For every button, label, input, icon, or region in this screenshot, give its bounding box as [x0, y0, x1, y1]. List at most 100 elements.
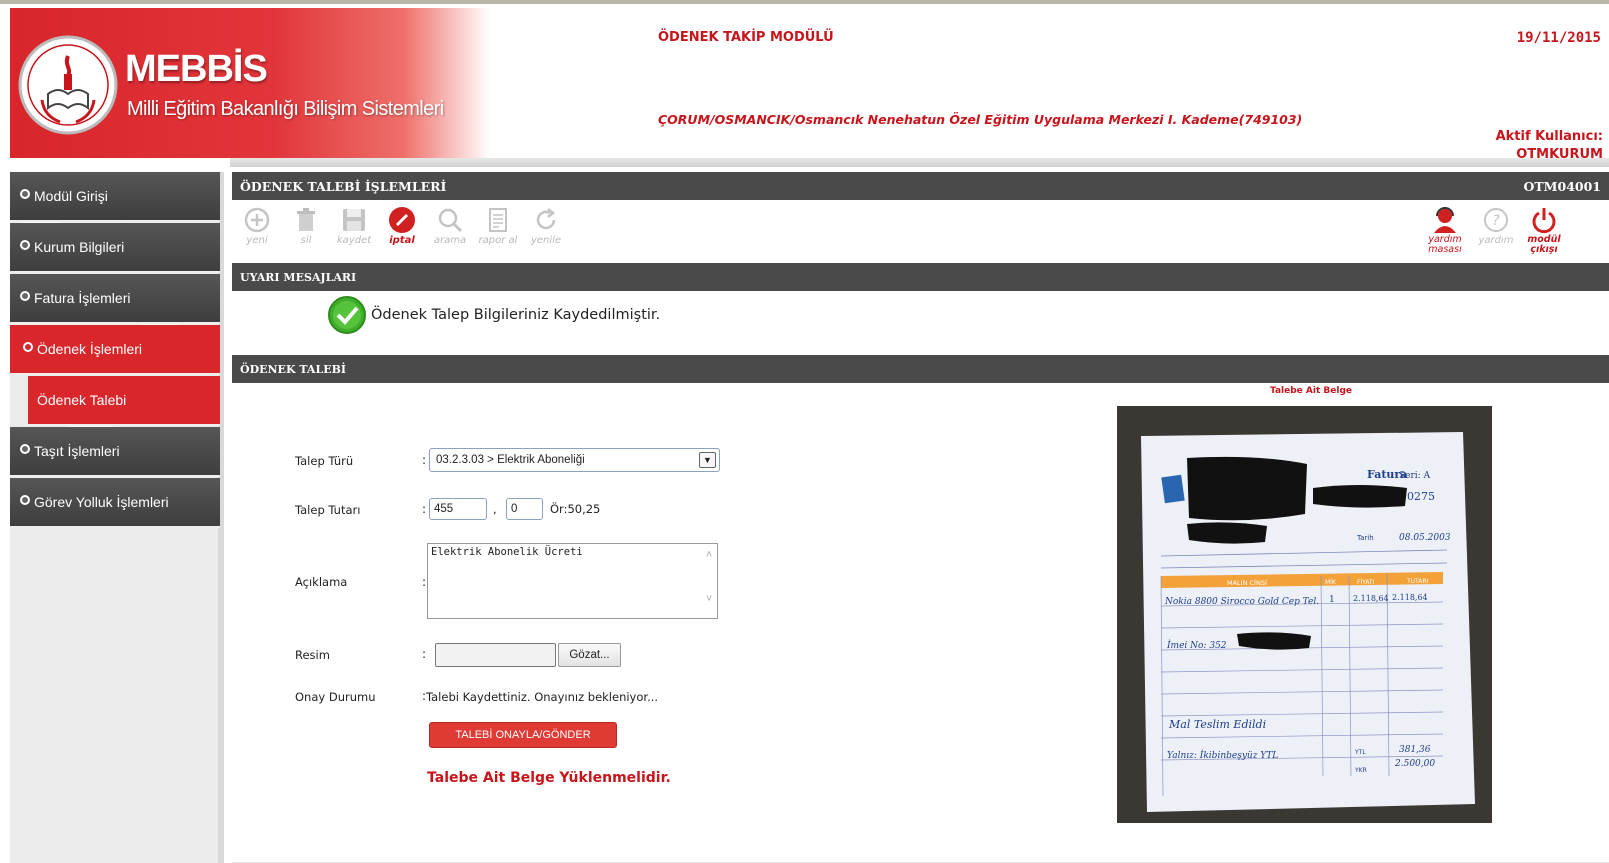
main-content: ÖDENEK TALEBİ İŞLEMLERİ OTM04001 yeni si… — [232, 172, 1609, 863]
colon: : — [422, 575, 427, 589]
sidebar-item-gorev-yolluk[interactable]: Görev Yolluk İşlemleri — [10, 478, 220, 528]
invoice-serial-label: Seri: A — [1399, 471, 1431, 481]
brand-banner: MEBBİS Milli Eğitim Bakanlığı Bilişim Si… — [10, 8, 490, 158]
power-icon — [1532, 208, 1556, 234]
chevron-down-icon[interactable]: ▼ — [699, 452, 716, 468]
help-button[interactable]: ? yardım — [1474, 206, 1518, 246]
new-button[interactable]: yeni — [235, 206, 279, 246]
talep-turu-label: Talep Türü — [295, 454, 354, 468]
invoice-serial-no: 0275 — [1407, 490, 1435, 503]
colon: : — [422, 647, 427, 661]
bullet-icon — [20, 291, 30, 301]
resim-label: Resim — [295, 648, 330, 662]
page-code: OTM04001 — [1523, 178, 1601, 194]
report-button[interactable]: rapor al — [476, 206, 520, 246]
sidebar-item-label: Ödenek Talebi — [37, 392, 127, 408]
module-exit-button[interactable]: modül çıkışı — [1522, 206, 1566, 255]
invoice-row1: Nokia 8800 Sirocco Gold Cep Tel. — [1164, 597, 1319, 607]
sidebar-item-label: Fatura İşlemleri — [34, 290, 131, 306]
invoice-kdv: 381,36 — [1399, 745, 1431, 755]
colon: : — [422, 502, 427, 516]
search-button[interactable]: arama — [428, 206, 472, 246]
refresh-button[interactable]: yenile — [524, 206, 568, 246]
browser-page: MEBBİS Milli Eğitim Bakanlığı Bilişim Si… — [0, 0, 1609, 863]
cancel-button[interactable]: iptal — [380, 206, 424, 246]
attachment-caption: Talebe Ait Belge — [1270, 386, 1353, 396]
save-button[interactable]: kaydet — [332, 206, 376, 246]
sidebar-item-modul-girisi[interactable]: Modül Girişi — [10, 172, 220, 222]
invoice-total-words: Yalnız: İkibinbeşyüz YTL — [1167, 749, 1278, 761]
sidebar-item-label: Modül Girişi — [34, 188, 108, 204]
help-icon: ? — [1484, 208, 1508, 232]
cancel-icon — [389, 207, 415, 233]
invoice-grand-total: 2.500,00 — [1394, 759, 1435, 769]
header: MEBBİS Milli Eğitim Bakanlığı Bilişim Si… — [10, 8, 1609, 162]
sidebar-item-label: Taşıt İşlemleri — [34, 443, 120, 459]
invoice-row2: İmei No: 352 — [1166, 639, 1227, 651]
invoice-col-item: MALIN CİNSİ — [1227, 578, 1267, 587]
header-divider — [230, 158, 1609, 167]
tool-label: iptal — [389, 235, 415, 246]
upload-warning: Talebe Ait Belge Yüklenmelidir. — [427, 770, 671, 786]
approve-send-button[interactable]: TALEBİ ONAYLA/GÖNDER — [429, 722, 617, 748]
invoice-ytl: YTL — [1354, 749, 1366, 756]
module-title: ÖDENEK TAKİP MODÜLÜ — [658, 30, 834, 45]
tool-label: yenile — [530, 235, 562, 246]
invoice-note: Mal Teslim Edildi — [1168, 718, 1266, 731]
talep-turu-select[interactable]: 03.2.3.03 > Elektrik Aboneliği ▼ — [429, 448, 720, 472]
warnings-title: UYARI MESAJLARI — [240, 270, 357, 284]
sidebar-item-fatura-islemleri[interactable]: Fatura İşlemleri — [10, 274, 220, 324]
sidebar: Modül Girişi Kurum Bilgileri Fatura İşle… — [10, 172, 224, 863]
talep-tutari-label: Talep Tutarı — [295, 503, 361, 517]
file-path-field[interactable] — [435, 643, 556, 667]
delete-button[interactable]: sil — [284, 206, 328, 246]
svg-text:?: ? — [1492, 213, 1500, 229]
bullet-icon — [23, 342, 33, 352]
sidebar-item-tasit-islemleri[interactable]: Taşıt İşlemleri — [10, 427, 220, 477]
aciklama-value: Elektrik Abonelik Ücreti — [431, 546, 583, 558]
invoice-date-value: 08.05.2003 — [1399, 533, 1451, 543]
plus-circle-icon — [244, 207, 270, 233]
sidebar-item-label: Görev Yolluk İşlemleri — [34, 494, 169, 510]
refresh-icon — [536, 208, 556, 230]
page-title: ÖDENEK TALEBİ İŞLEMLERİ — [240, 178, 447, 194]
textarea-scrollbar[interactable]: ˄ ˅ — [701, 544, 717, 618]
invoice-row1-total: 2.118,64 — [1392, 593, 1428, 602]
success-message: Ödenek Talep Bilgileriniz Kaydedilmiştir… — [327, 295, 660, 335]
aciklama-label: Açıklama — [295, 575, 348, 589]
warnings-bar: UYARI MESAJLARI — [232, 263, 1609, 291]
invoice-row1-price: 2.118,64 — [1353, 594, 1389, 603]
sidebar-item-label: Ödenek İşlemleri — [37, 341, 143, 357]
tool-label: yardım masası — [1428, 234, 1462, 255]
amount-hint: Ör:50,25 — [550, 502, 601, 516]
sidebar-item-odenek-talebi[interactable]: Ödenek Talebi — [28, 376, 220, 426]
check-circle-icon — [328, 296, 366, 334]
tool-label: sil — [300, 235, 312, 246]
tool-label: yardım — [1478, 235, 1514, 246]
amount-whole-input[interactable]: 455 — [429, 498, 487, 520]
report-icon — [489, 208, 507, 232]
brand-title: MEBBİS — [125, 48, 268, 90]
tool-label: kaydet — [336, 235, 372, 246]
invoice-ykr: YKR — [1354, 767, 1367, 774]
onay-durumu-label: Onay Durumu — [295, 690, 376, 704]
browse-button[interactable]: Gözat... — [558, 643, 621, 667]
tool-label: rapor al — [478, 235, 518, 246]
helpdesk-button[interactable]: yardım masası — [1423, 206, 1467, 255]
page-title-bar: ÖDENEK TALEBİ İŞLEMLERİ OTM04001 — [232, 172, 1609, 200]
trash-icon — [297, 208, 315, 231]
invoice-col-price: FİYATI — [1357, 579, 1375, 586]
active-user-label: Aktif Kullanıcı: — [1495, 129, 1603, 144]
sidebar-item-kurum-bilgileri[interactable]: Kurum Bilgileri — [10, 223, 220, 273]
brand-subtitle: Milli Eğitim Bakanlığı Bilişim Sistemler… — [127, 98, 444, 120]
invoice-date-label: Tarih — [1356, 534, 1374, 542]
toolbar: yeni sil kaydet iptal arama rapor al yen… — [232, 202, 1609, 257]
amount-fraction-input[interactable]: 0 — [506, 498, 543, 520]
aciklama-textarea[interactable]: Elektrik Abonelik Ücreti ˄ ˅ — [427, 543, 718, 619]
sidebar-item-odenek-islemleri[interactable]: Ödenek İşlemleri — [10, 325, 220, 375]
bullet-icon — [20, 189, 30, 199]
colon: : — [422, 453, 427, 467]
institution-name: ÇORUM/OSMANCIK/Osmancık Nenehatun Özel E… — [658, 112, 1303, 127]
bullet-icon — [20, 444, 30, 454]
sidebar-item-label: Kurum Bilgileri — [34, 239, 125, 255]
